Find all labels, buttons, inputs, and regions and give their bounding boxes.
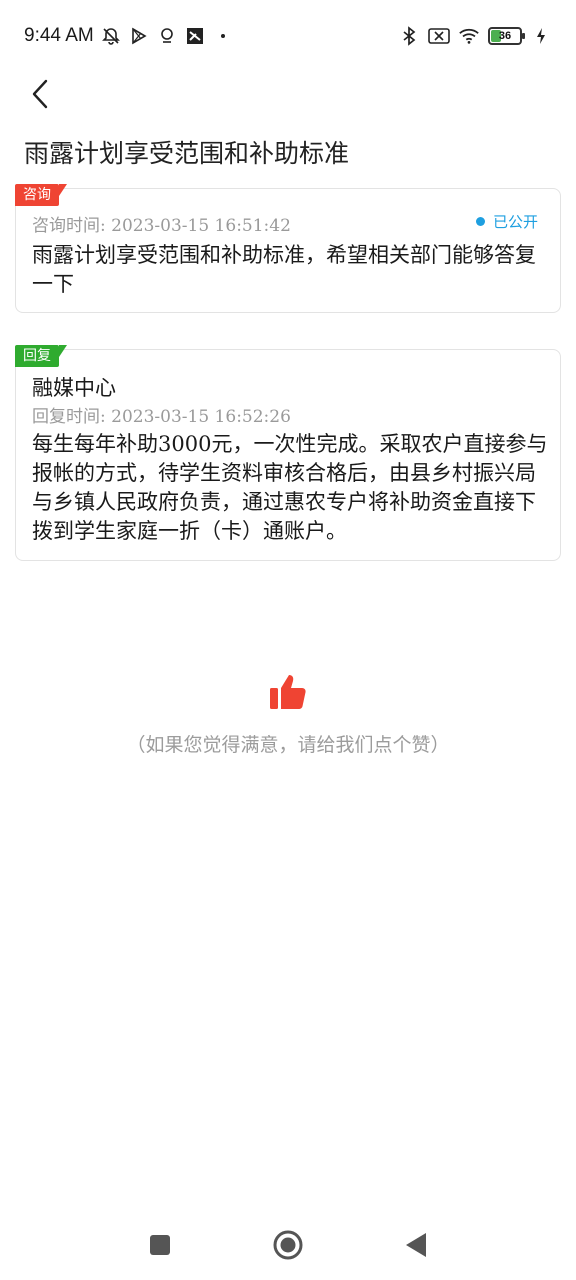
square-icon [150, 1235, 170, 1255]
public-status-label: 已公开 [492, 213, 538, 231]
reply-card: 回复 融媒中心 回复时间: 2023-03-15 16:52:26 每生每年补助… [15, 345, 561, 561]
consult-content: 雨露计划享受范围和补助标准，希望相关部门能够答复一下 [32, 243, 536, 296]
consult-time-value: 2023-03-15 16:51:42 [111, 216, 291, 236]
status-left-icons [100, 25, 234, 47]
reply-time-label: 回复时间: [32, 407, 106, 427]
notification-muted-icon [100, 25, 122, 47]
reply-time: 回复时间: 2023-03-15 16:52:26 [32, 402, 291, 427]
navigation-bar [0, 1210, 576, 1280]
status-bar: 9:44 AM 36 [0, 0, 576, 72]
back-button[interactable] [22, 74, 58, 114]
consult-tag: 咨询 [15, 184, 67, 206]
circle-home-icon [273, 1230, 303, 1260]
status-right-icons: 36 [398, 25, 552, 47]
app-icon [184, 25, 206, 47]
play-store-icon [128, 25, 150, 47]
battery-icon: 36 [488, 27, 525, 45]
charging-icon [530, 25, 552, 47]
bluetooth-icon [398, 25, 420, 47]
chevron-left-icon [32, 79, 48, 109]
nav-back-button[interactable] [398, 1227, 434, 1263]
page-title: 雨露计划享受范围和补助标准 [24, 139, 350, 168]
home-button[interactable] [270, 1227, 306, 1263]
wifi-icon [458, 25, 480, 47]
recent-apps-button[interactable] [142, 1227, 178, 1263]
dot-icon [212, 25, 234, 47]
reply-tag: 回复 [15, 345, 67, 367]
thumbs-up-icon [270, 675, 306, 709]
consult-card: 咨询 咨询时间: 2023-03-15 16:51:42 已公开 雨露计划享受范… [15, 184, 561, 313]
reply-content: 每生每年补助3000元，一次性完成。采取农户直接参与报帐的方式，待学生资料审核合… [32, 432, 548, 543]
status-dot-icon [475, 217, 485, 226]
consult-time-label: 咨询时间: [32, 216, 106, 236]
like-hint: （如果您觉得满意，请给我们点个赞） [126, 734, 450, 756]
location-icon [156, 25, 178, 47]
reply-org: 融媒中心 [32, 376, 116, 400]
page: 9:44 AM 36 雨露计划享受范围和补助标准 咨询 咨询时间: 2023-0… [0, 0, 576, 1280]
reply-time-value: 2023-03-15 16:52:26 [111, 407, 291, 427]
consult-time: 咨询时间: 2023-03-15 16:51:42 [32, 211, 291, 236]
sim-disabled-icon [428, 25, 450, 47]
status-time: 9:44 AM [24, 25, 94, 46]
triangle-back-icon [406, 1233, 426, 1257]
public-status: 已公开 [475, 211, 538, 232]
like-button[interactable] [264, 668, 312, 716]
battery-level: 36 [498, 30, 512, 42]
